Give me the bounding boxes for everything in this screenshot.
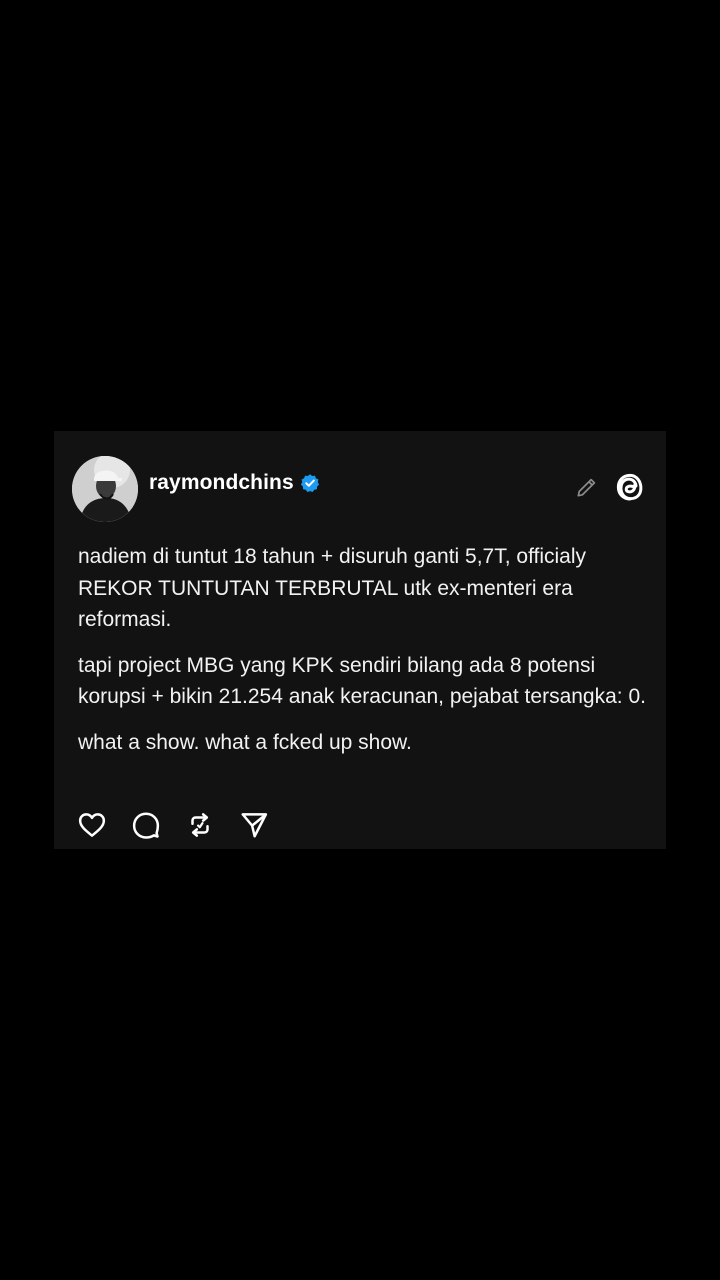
post-paragraph: nadiem di tuntut 18 tahun + disuruh gant… [78, 545, 587, 631]
action-bar [77, 809, 269, 841]
header-actions [574, 467, 648, 507]
post-paragraph: what a show. what a fcked up show. [78, 730, 412, 754]
repost-icon[interactable] [185, 810, 215, 840]
avatar-image [72, 456, 138, 522]
edit-icon[interactable] [574, 474, 600, 500]
post-body: nadiem di tuntut 18 tahun + disuruh gant… [78, 541, 653, 772]
verified-badge-icon [300, 473, 320, 493]
threads-logo-icon[interactable] [612, 469, 648, 505]
screen: raymondchins nadiem di tuntut 18 tahun +… [0, 0, 720, 1280]
post-card: raymondchins nadiem di tuntut 18 tahun +… [54, 431, 666, 849]
heart-icon[interactable] [77, 810, 107, 840]
username[interactable]: raymondchins [149, 471, 294, 495]
comment-icon[interactable] [131, 810, 161, 840]
post-paragraph: tapi project MBG yang KPK sendiri bilang… [78, 653, 646, 709]
post-header: raymondchins [72, 455, 648, 522]
share-icon[interactable] [239, 810, 269, 840]
username-row: raymondchins [149, 469, 320, 497]
avatar[interactable] [72, 456, 138, 522]
